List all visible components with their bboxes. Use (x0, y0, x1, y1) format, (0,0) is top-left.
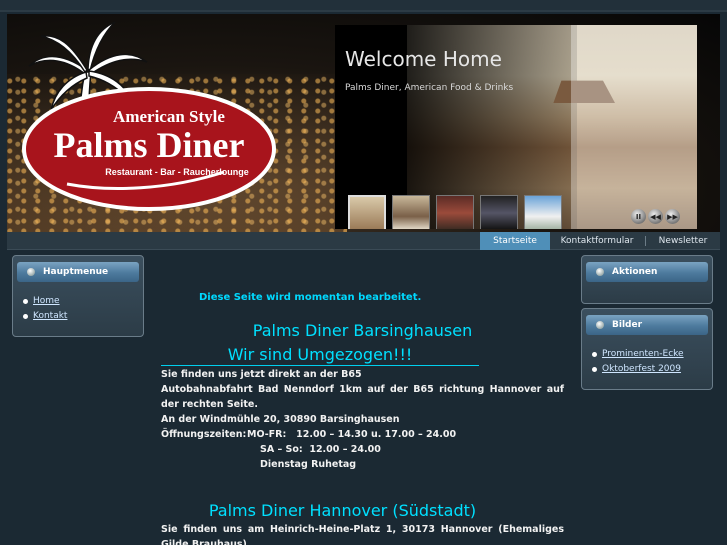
sidebar-hauptmenue: Hauptmenue Home Kontakt (12, 255, 144, 337)
header-banner: American Style Palms Diner Restaurant - … (7, 14, 720, 232)
text-address: An der Windmühle 20, 30890 Barsinghausen (161, 414, 400, 425)
text-hannover-address: Sie finden uns am Heinrich-Heine-Platz 1… (161, 524, 564, 545)
nav-newsletter[interactable]: Newsletter (652, 232, 714, 250)
text-directions: Autobahnabfahrt Bad Nenndorf 1km auf der… (161, 384, 564, 410)
text-b65: Sie finden uns jetzt direkt an der B65 (161, 369, 362, 380)
heading-barsinghausen: Palms Diner Barsinghausen (252, 321, 473, 340)
top-strip (0, 0, 727, 12)
slide-thumbnail[interactable] (480, 195, 518, 229)
sidebar-bilder: Bilder Prominenten-Ecke Oktoberfest 2009 (581, 308, 713, 390)
pause-icon[interactable]: II (631, 209, 646, 224)
bullet-icon (27, 268, 35, 276)
nav-separator (645, 236, 646, 246)
aktionen-header: Aktionen (586, 262, 708, 282)
previous-icon[interactable]: ◀◀ (648, 209, 663, 224)
logo-tagline-top: American Style (113, 107, 225, 126)
nav-kontaktformular[interactable]: Kontaktformular (557, 232, 637, 250)
hours-label: Öffnungszeiten: (161, 429, 247, 440)
next-icon[interactable]: ▶▶ (665, 209, 680, 224)
bilder-title: Bilder (612, 320, 643, 330)
menu-item-kontakt[interactable]: Kontakt (23, 311, 143, 321)
hauptmenue-list: Home Kontakt (23, 296, 143, 321)
hauptmenue-title: Hauptmenue (43, 267, 109, 277)
slider-controls: II ◀◀ ▶▶ (631, 209, 680, 224)
slide-thumbnail[interactable] (392, 195, 430, 229)
heading-hannover: Palms Diner Hannover (Südstadt) (208, 501, 477, 520)
maintenance-notice: Diese Seite wird momentan bearbeitet. (199, 292, 422, 303)
slide-thumbnail[interactable] (524, 195, 562, 229)
menu-item-home[interactable]: Home (23, 296, 143, 306)
bilder-item-prominenten-ecke[interactable]: Prominenten-Ecke (592, 349, 712, 359)
slide-thumbnail[interactable] (436, 195, 474, 229)
slide-title: Welcome Home (345, 47, 502, 71)
logo-name: Palms Diner (54, 125, 245, 165)
bullet-icon (596, 321, 604, 329)
bilder-header: Bilder (586, 315, 708, 335)
slide-thumbnail[interactable] (348, 195, 386, 229)
bilder-item-oktoberfest[interactable]: Oktoberfest 2009 (592, 364, 712, 374)
palms-diner-logo[interactable]: American Style Palms Diner Restaurant - … (19, 14, 279, 224)
main-nav: Startseite Kontaktformular Newsletter (7, 232, 720, 250)
slide-thumbnails (348, 195, 562, 229)
aktionen-title: Aktionen (612, 267, 658, 277)
logo-tagline-bottom: Restaurant - Bar - Raucherlounge (105, 167, 249, 177)
sidebar-aktionen: Aktionen (581, 255, 713, 304)
nav-startseite[interactable]: Startseite (480, 232, 550, 250)
slide-subtitle: Palms Diner, American Food & Drinks (345, 83, 514, 93)
image-slider[interactable]: Welcome Home Palms Diner, American Food … (335, 25, 697, 229)
hours-weekend: SA – So: 12.00 – 24.00 (260, 444, 381, 455)
heading-umgezogen: Wir sind Umgezogen!!! (161, 345, 479, 366)
bilder-list: Prominenten-Ecke Oktoberfest 2009 (592, 349, 712, 374)
hauptmenue-header: Hauptmenue (17, 262, 139, 282)
bullet-icon (596, 268, 604, 276)
hours-closed: Dienstag Ruhetag (260, 459, 357, 470)
hours-weekdays: MO-FR: 12.00 – 14.30 u. 17.00 – 24.00 (247, 429, 457, 440)
